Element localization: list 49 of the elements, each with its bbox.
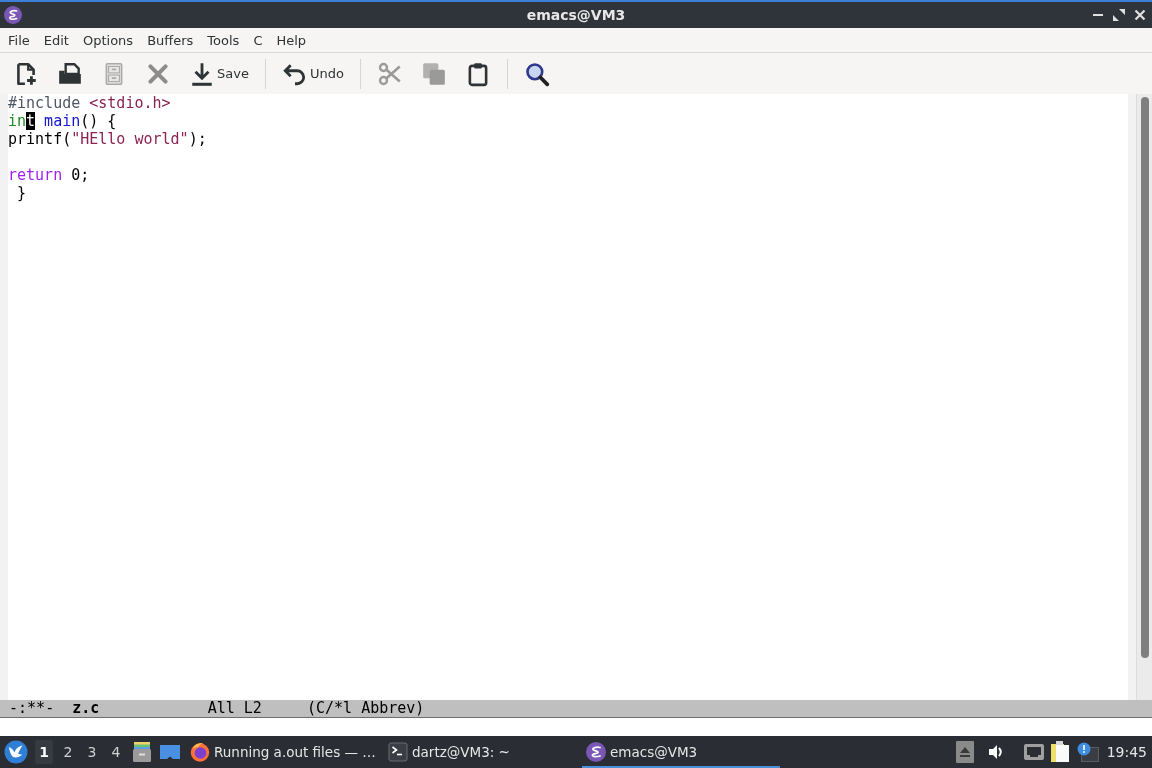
modified-flags: -:**- [9, 700, 55, 717]
task-button[interactable]: emacs@VM3 [582, 736, 780, 768]
alert-icon[interactable] [1076, 742, 1099, 762]
menu-item[interactable]: Edit [43, 32, 69, 48]
save-button[interactable]: Save [186, 57, 252, 90]
volume-icon[interactable] [987, 744, 1004, 760]
code-line: return 0; [8, 166, 90, 184]
close-icon[interactable] [1134, 9, 1146, 21]
scissors-icon [376, 60, 403, 87]
cursor-position: All L2 [207, 700, 262, 717]
workspace-button[interactable]: 1 [35, 740, 53, 764]
copy-icon [420, 60, 447, 87]
major-mode: (C/*l Abbrev) [307, 700, 425, 717]
scrollbar[interactable] [1136, 94, 1152, 700]
clock: 19:45 [1105, 744, 1148, 760]
menu-item[interactable]: Tools [207, 32, 240, 48]
file-cabinet-icon[interactable] [132, 742, 152, 762]
maximize-icon[interactable] [1113, 9, 1125, 21]
window-title: emacs@VM3 [526, 7, 626, 23]
folder-icon [57, 60, 83, 87]
browser-icon [190, 742, 210, 762]
menu-item[interactable]: File [8, 32, 30, 48]
code-line: #include <stdio.h> [8, 94, 171, 112]
terminal-icon [388, 742, 408, 762]
search-icon [523, 60, 550, 87]
network-icon[interactable] [1023, 744, 1044, 760]
workspace-button[interactable]: 2 [59, 740, 77, 764]
emacs-logo-icon [4, 6, 22, 24]
workspace-button[interactable]: 4 [107, 740, 125, 764]
notes-icon[interactable] [1049, 741, 1070, 763]
text-area[interactable]: #include <stdio.h> int main() { printf("HEllo world"); return 0; } [8, 94, 1128, 700]
task-button[interactable]: Running a.out files — … [186, 736, 384, 768]
code-line: int main() { [8, 112, 117, 130]
task-button[interactable]: dartz@VM3: ~ [384, 736, 582, 768]
workspace-button[interactable]: 3 [83, 740, 101, 764]
menu-item[interactable]: Buffers [147, 32, 194, 48]
menu-item[interactable]: Options [82, 32, 134, 48]
code-line: printf("HEllo world"); [8, 130, 207, 148]
desktop-icon[interactable] [160, 742, 180, 762]
eject-icon[interactable] [955, 741, 974, 763]
bird-logo-icon[interactable] [4, 740, 28, 764]
undo-button[interactable]: Undo [278, 57, 347, 90]
code-line: } [16, 184, 27, 202]
download-arrow-icon [189, 60, 215, 87]
buffer-name: z.c [72, 700, 100, 717]
emacs-logo-icon [586, 742, 606, 762]
scrollbar-thumb[interactable] [1141, 97, 1149, 658]
menu-item[interactable]: Help [276, 32, 307, 48]
menu-item[interactable]: C [253, 32, 263, 48]
